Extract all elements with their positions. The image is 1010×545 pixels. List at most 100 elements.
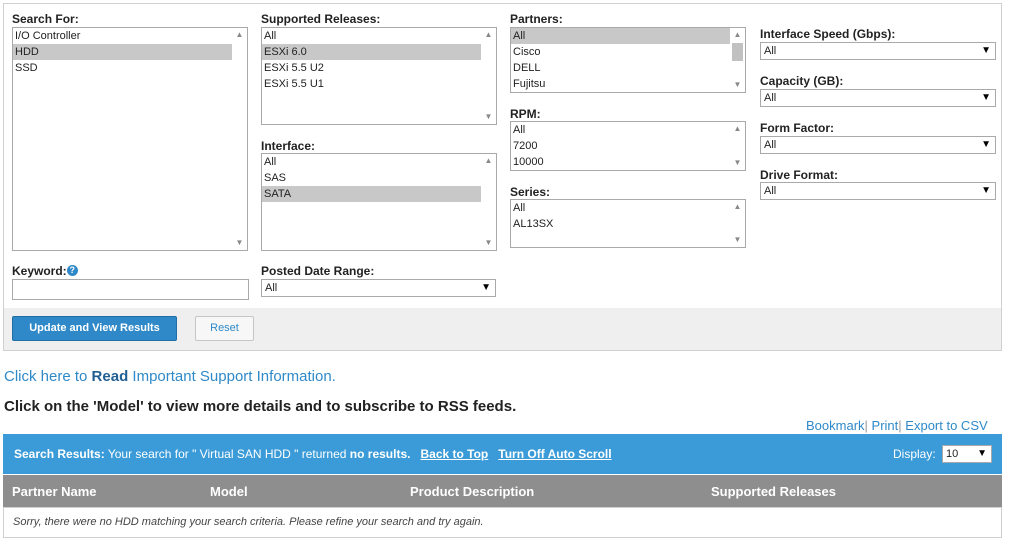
no-results-text: no results. bbox=[349, 447, 411, 461]
result-actions: Bookmark| Print| Export to CSV bbox=[806, 418, 988, 433]
supported-releases-option[interactable]: All bbox=[262, 28, 496, 44]
supported-releases-option[interactable]: ESXi 5.5 U2 bbox=[262, 60, 496, 76]
scroll-up-icon[interactable]: ▲ bbox=[481, 28, 496, 42]
capacity-label: Capacity (GB): bbox=[760, 74, 844, 88]
print-link[interactable]: Print bbox=[872, 418, 899, 433]
results-table-header: Partner Name Model Product Description S… bbox=[3, 475, 1002, 507]
interface-speed-select[interactable]: All ▼ bbox=[760, 42, 996, 60]
search-results-summary: Search Results: Your search for " Virtua… bbox=[14, 447, 612, 461]
partners-listbox[interactable]: All Cisco DELL Fujitsu ▲ ▼ bbox=[510, 27, 746, 93]
keyword-label-text: Keyword: bbox=[12, 264, 67, 278]
posted-date-range-label: Posted Date Range: bbox=[261, 264, 375, 278]
search-for-option-selected[interactable]: HDD bbox=[13, 44, 247, 60]
dropdown-arrow-icon: ▼ bbox=[481, 282, 491, 293]
update-results-button[interactable]: Update and View Results bbox=[12, 316, 177, 341]
bookmark-link[interactable]: Bookmark bbox=[806, 418, 865, 433]
scroll-up-icon[interactable]: ▲ bbox=[232, 28, 247, 42]
interface-label: Interface: bbox=[261, 139, 316, 153]
rpm-listbox[interactable]: All 7200 10000 ▲ ▼ bbox=[510, 121, 746, 171]
column-header-partner[interactable]: Partner Name bbox=[12, 484, 97, 499]
drive-format-select[interactable]: All ▼ bbox=[760, 182, 996, 200]
help-icon[interactable]: ? bbox=[66, 265, 78, 276]
display-count-select[interactable]: 10 ▼ bbox=[942, 445, 992, 463]
no-results-message: Sorry, there were no HDD matching your s… bbox=[13, 516, 484, 528]
model-instruction: Click on the 'Model' to view more detail… bbox=[4, 398, 517, 415]
drive-format-label: Drive Format: bbox=[760, 168, 839, 182]
interface-speed-label: Interface Speed (Gbps): bbox=[760, 27, 896, 41]
interface-listbox[interactable]: All SAS SATA ▲ ▼ bbox=[261, 153, 497, 251]
interface-option-selected[interactable]: SATA bbox=[262, 186, 496, 202]
dropdown-arrow-icon: ▼ bbox=[981, 185, 991, 196]
partners-option[interactable]: Cisco bbox=[511, 44, 745, 60]
partners-option[interactable]: Fujitsu bbox=[511, 76, 745, 92]
search-results-label: Search Results: bbox=[14, 447, 105, 461]
series-option[interactable]: AL13SX bbox=[511, 216, 745, 232]
rpm-option[interactable]: 7200 bbox=[511, 138, 745, 154]
supported-releases-listbox[interactable]: All ESXi 6.0 ESXi 5.5 U2 ESXi 5.5 U1 ▲ ▼ bbox=[261, 27, 497, 125]
supported-releases-option-selected[interactable]: ESXi 6.0 bbox=[262, 44, 496, 60]
rpm-option[interactable]: 10000 bbox=[511, 154, 745, 170]
partners-label: Partners: bbox=[510, 12, 563, 26]
display-count-value: 10 bbox=[946, 448, 959, 460]
series-listbox[interactable]: All AL13SX ▲ ▼ bbox=[510, 199, 746, 248]
scroll-down-icon[interactable]: ▼ bbox=[730, 156, 745, 170]
scroll-up-icon[interactable]: ▲ bbox=[730, 28, 745, 42]
scroll-down-icon[interactable]: ▼ bbox=[232, 236, 247, 250]
column-header-model[interactable]: Model bbox=[210, 484, 248, 499]
scroll-down-icon[interactable]: ▼ bbox=[481, 110, 496, 124]
scroll-down-icon[interactable]: ▼ bbox=[481, 236, 496, 250]
interface-speed-value: All bbox=[764, 45, 777, 57]
auto-scroll-link[interactable]: Turn Off Auto Scroll bbox=[498, 447, 611, 461]
drive-format-value: All bbox=[764, 185, 777, 197]
search-for-scrollbar[interactable]: ▲ ▼ bbox=[232, 28, 247, 250]
interface-option[interactable]: All bbox=[262, 154, 496, 170]
search-for-option[interactable]: I/O Controller bbox=[13, 28, 247, 44]
display-label: Display: bbox=[893, 447, 936, 461]
back-to-top-link[interactable]: Back to Top bbox=[420, 447, 488, 461]
form-factor-select[interactable]: All ▼ bbox=[760, 136, 996, 154]
table-row: Sorry, there were no HDD matching your s… bbox=[3, 507, 1002, 538]
capacity-select[interactable]: All ▼ bbox=[760, 89, 996, 107]
reset-button[interactable]: Reset bbox=[195, 316, 254, 341]
support-link-prefix: Click here to bbox=[4, 368, 92, 385]
supported-releases-option[interactable]: ESXi 5.5 U1 bbox=[262, 76, 496, 92]
action-separator: | bbox=[864, 418, 868, 433]
export-csv-link[interactable]: Export to CSV bbox=[905, 418, 987, 433]
supported-releases-label: Supported Releases: bbox=[261, 12, 381, 26]
partners-option[interactable]: DELL bbox=[511, 60, 745, 76]
rpm-option[interactable]: All bbox=[511, 122, 745, 138]
supported-releases-scrollbar[interactable]: ▲ ▼ bbox=[481, 28, 496, 124]
rpm-scrollbar[interactable]: ▲ ▼ bbox=[730, 122, 745, 170]
search-results-text: Your search for " Virtual SAN HDD " retu… bbox=[104, 447, 350, 461]
form-factor-label: Form Factor: bbox=[760, 121, 835, 135]
search-for-label: Search For: bbox=[12, 12, 79, 26]
scroll-up-icon[interactable]: ▲ bbox=[730, 200, 745, 214]
dropdown-arrow-icon: ▼ bbox=[981, 92, 991, 103]
scroll-down-icon[interactable]: ▼ bbox=[730, 78, 745, 92]
scrollbar-thumb[interactable] bbox=[732, 43, 743, 61]
scroll-down-icon[interactable]: ▼ bbox=[730, 233, 745, 247]
partners-scrollbar[interactable]: ▲ ▼ bbox=[730, 28, 745, 92]
series-scrollbar[interactable]: ▲ ▼ bbox=[730, 200, 745, 247]
series-option[interactable]: All bbox=[511, 200, 745, 216]
partners-option-selected[interactable]: All bbox=[511, 28, 730, 44]
rpm-label: RPM: bbox=[510, 107, 541, 121]
scroll-up-icon[interactable]: ▲ bbox=[481, 154, 496, 168]
search-for-option[interactable]: SSD bbox=[13, 60, 247, 76]
scroll-up-icon[interactable]: ▲ bbox=[730, 122, 745, 136]
posted-date-range-value: All bbox=[265, 282, 278, 294]
keyword-input[interactable] bbox=[12, 279, 249, 300]
column-header-releases[interactable]: Supported Releases bbox=[711, 484, 836, 499]
interface-option[interactable]: SAS bbox=[262, 170, 496, 186]
search-for-listbox[interactable]: I/O Controller HDD SSD ▲ ▼ bbox=[12, 27, 248, 251]
dropdown-arrow-icon: ▼ bbox=[981, 139, 991, 150]
support-info-link[interactable]: Click here to Read Important Support Inf… bbox=[4, 368, 336, 385]
series-label: Series: bbox=[510, 185, 551, 199]
interface-scrollbar[interactable]: ▲ ▼ bbox=[481, 154, 496, 250]
column-header-description[interactable]: Product Description bbox=[410, 484, 534, 499]
support-link-read: Read bbox=[91, 368, 129, 385]
posted-date-range-select[interactable]: All ▼ bbox=[261, 279, 496, 297]
form-factor-value: All bbox=[764, 139, 777, 151]
dropdown-arrow-icon: ▼ bbox=[981, 45, 991, 56]
keyword-label: Keyword:? bbox=[12, 264, 78, 278]
